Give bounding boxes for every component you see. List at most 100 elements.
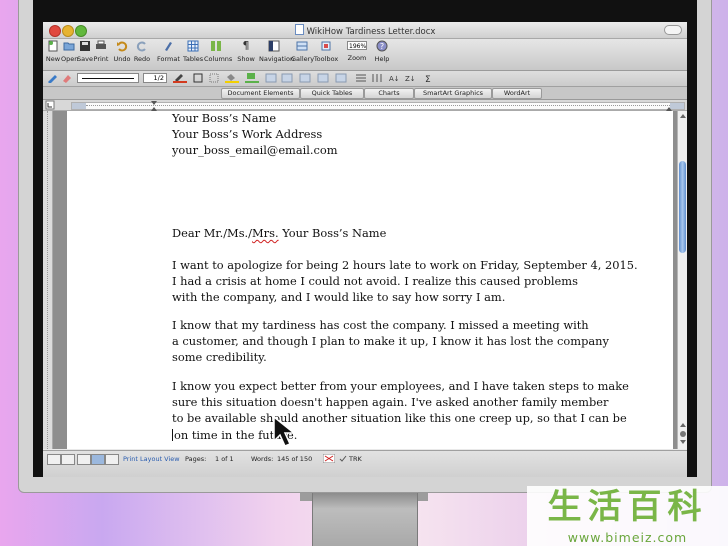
save-button[interactable]: Save: [77, 40, 93, 63]
browse-object-icon[interactable]: [680, 431, 686, 437]
columns-icon: [211, 41, 221, 51]
help-label: Help: [374, 55, 390, 63]
pages-count[interactable]: 1 of 1: [215, 455, 234, 463]
recipient-address: Your Boss’s Work Address: [172, 127, 323, 142]
undo-label: Undo: [113, 55, 131, 63]
document-page[interactable]: Your Boss’s Name Your Boss’s Work Addres…: [67, 111, 673, 449]
print-button[interactable]: Print: [93, 40, 109, 63]
tables-label: Tables: [183, 55, 204, 63]
words-count[interactable]: 145 of 150: [277, 455, 312, 463]
draft-view-button[interactable]: [47, 454, 61, 465]
paragraph-apology[interactable]: I want to apologize for being 2 hours la…: [172, 257, 638, 306]
open-button[interactable]: Open: [61, 40, 78, 63]
sort-icon[interactable]: A↓: [389, 73, 401, 83]
align-top-icon[interactable]: [265, 73, 277, 83]
svg-text:A↓: A↓: [389, 75, 400, 83]
paragraph-prevention[interactable]: I know you expect better from your emplo…: [172, 378, 629, 443]
vertical-scrollbar[interactable]: [677, 111, 687, 449]
word-window: WikiHow Tardiness Letter.docx New Open S…: [43, 22, 687, 477]
autosum-icon[interactable]: Σ: [423, 73, 435, 83]
vertical-ruler-ticks: [47, 111, 49, 449]
align-middle-icon[interactable]: [281, 73, 293, 83]
tables-button[interactable]: Tables: [183, 40, 203, 63]
help-icon: ?: [376, 40, 388, 52]
paragraph-line: I want to apologize for being 2 hours la…: [172, 258, 638, 272]
tab-stop-selector-icon[interactable]: [45, 100, 55, 110]
new-button[interactable]: New: [45, 40, 61, 63]
tab-quick-tables[interactable]: Quick Tables: [300, 88, 364, 99]
track-changes-icon[interactable]: [339, 455, 347, 463]
new-label: New: [45, 55, 61, 63]
title-bar: WikiHow Tardiness Letter.docx: [43, 22, 687, 39]
paragraph-line: sure this situation doesn't happen again…: [172, 395, 609, 410]
print-layout-view-button[interactable]: [91, 454, 105, 465]
vertical-ruler[interactable]: [43, 111, 53, 449]
line-weight-dropdown[interactable]: 1/2: [143, 73, 167, 83]
scroll-up-arrow-icon[interactable]: [680, 114, 686, 118]
line-style-dropdown[interactable]: [77, 73, 139, 83]
elements-ribbon: Document Elements Quick Tables Charts Sm…: [43, 87, 687, 100]
tab-smartart-graphics[interactable]: SmartArt Graphics: [414, 88, 492, 99]
spelling-flagged-word[interactable]: Mrs.: [252, 226, 279, 240]
svg-text:Z↓: Z↓: [405, 75, 416, 83]
toolbar-toggle-button[interactable]: [664, 25, 682, 35]
edit-pencil-icon[interactable]: [47, 73, 59, 83]
tab-wordart[interactable]: WordArt: [492, 88, 542, 99]
distribute-columns-icon[interactable]: [371, 73, 383, 83]
undo-button[interactable]: Undo: [113, 40, 131, 63]
recipient-block[interactable]: Your Boss’s Name Your Boss’s Work Addres…: [172, 111, 338, 159]
paragraph-line: a customer, and though I plan to make it…: [172, 334, 609, 349]
pen-color-icon[interactable]: [173, 73, 187, 83]
notebook-view-button[interactable]: [105, 454, 119, 465]
eraser-icon[interactable]: [61, 73, 73, 83]
word-document-icon: [294, 24, 304, 35]
pilcrow-icon: ¶: [242, 39, 250, 52]
show-button[interactable]: ¶ Show: [237, 39, 255, 64]
horizontal-ruler[interactable]: [71, 101, 685, 111]
outline-view-button[interactable]: [61, 454, 75, 465]
zoom-control[interactable]: 196% Zoom: [343, 40, 371, 62]
gallery-button[interactable]: Gallery: [291, 40, 314, 63]
format-button[interactable]: Format: [157, 40, 180, 63]
border-box-icon[interactable]: [193, 73, 203, 83]
watermark-chinese-text: 生活百科: [547, 487, 708, 527]
help-button[interactable]: ? Help: [373, 40, 391, 63]
split-cells-icon[interactable]: [335, 73, 347, 83]
toolbox-label: Toolbox: [313, 55, 339, 63]
save-disk-icon: [80, 41, 90, 51]
redo-button[interactable]: Redo: [133, 40, 151, 63]
next-page-icon[interactable]: [680, 440, 686, 444]
track-changes-label[interactable]: TRK: [349, 455, 362, 463]
grid-lines-icon[interactable]: [209, 73, 219, 83]
zoom-value[interactable]: 196%: [347, 41, 367, 50]
paragraph-impact[interactable]: I know that my tardiness has cost the co…: [172, 317, 609, 366]
format-brush-icon: [165, 42, 172, 51]
insert-table-icon[interactable]: [299, 73, 311, 83]
scrollbar-thumb[interactable]: [679, 161, 686, 253]
publishing-view-button[interactable]: [77, 454, 91, 465]
spelling-check-icon[interactable]: [323, 454, 335, 463]
window-title: WikiHow Tardiness Letter.docx: [43, 24, 687, 37]
previous-page-icon[interactable]: [680, 423, 686, 427]
document-area[interactable]: Your Boss’s Name Your Boss’s Work Addres…: [53, 111, 677, 449]
fill-bucket-icon[interactable]: [225, 73, 239, 83]
columns-button[interactable]: Columns: [204, 40, 232, 63]
navigation-pane-icon: [268, 40, 280, 52]
merge-cells-icon[interactable]: [317, 73, 329, 83]
text-caret: [172, 428, 173, 441]
formatting-toolbar: 1/2 A↓ Z↓ Σ: [43, 71, 687, 87]
gallery-icon: [296, 41, 308, 51]
mouse-pointer-icon: [273, 415, 297, 447]
toolbox-button[interactable]: Toolbox: [313, 40, 339, 63]
tab-charts[interactable]: Charts: [364, 88, 414, 99]
salutation[interactable]: Dear Mr./Ms./Mrs. Your Boss’s Name: [172, 225, 386, 241]
open-folder-icon: [63, 42, 75, 51]
shading-color-icon[interactable]: [245, 73, 259, 83]
navigation-button[interactable]: Navigation: [259, 40, 294, 63]
first-line-indent-marker[interactable]: [151, 101, 157, 105]
printer-icon: [96, 40, 106, 49]
distribute-rows-icon[interactable]: [355, 73, 367, 83]
sort-descending-icon[interactable]: Z↓: [405, 73, 419, 83]
tab-document-elements[interactable]: Document Elements: [221, 88, 300, 99]
undo-arrow-icon: [117, 41, 128, 52]
